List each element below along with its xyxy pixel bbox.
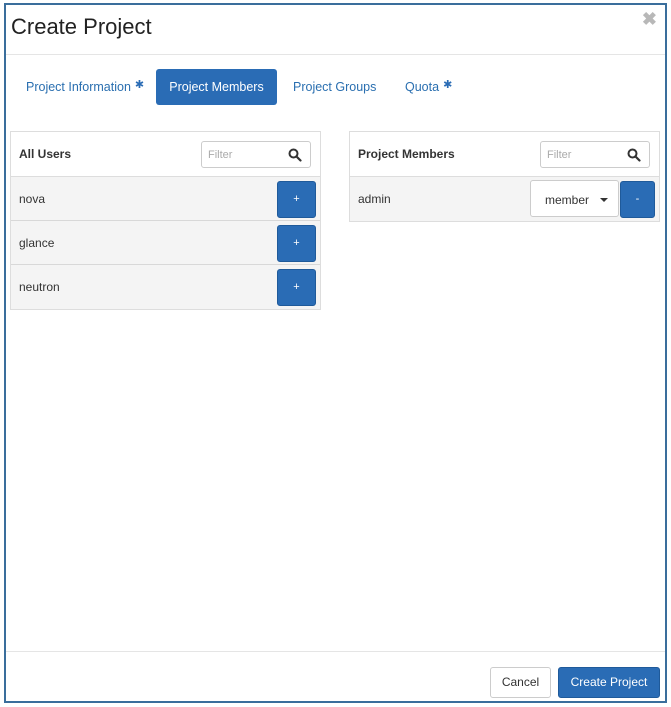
all-users-title: All Users bbox=[19, 147, 72, 161]
tab-label: Quota bbox=[405, 80, 440, 94]
search-icon bbox=[627, 148, 641, 162]
list-item: neutron + bbox=[11, 265, 320, 309]
all-users-header: All Users bbox=[11, 132, 320, 177]
asterisk-icon: ✱ bbox=[443, 79, 453, 91]
tab-project-information[interactable]: Project Information ✱ bbox=[12, 69, 158, 105]
wizard-tabs: Project Information ✱ Project Members Pro… bbox=[6, 69, 665, 107]
close-icon[interactable]: ✖ bbox=[642, 9, 657, 30]
asterisk-icon: ✱ bbox=[134, 79, 145, 91]
create-project-dialog: Create Project ✖ Project Information ✱ Pr… bbox=[4, 3, 667, 703]
tab-label: Project Members bbox=[169, 80, 264, 94]
project-members-panel: Project Members admin member - bbox=[349, 131, 660, 222]
caret-down-icon bbox=[600, 198, 608, 202]
tab-label: Project Groups bbox=[293, 80, 377, 94]
role-value: member bbox=[545, 193, 590, 207]
tab-quota[interactable]: Quota ✱ bbox=[391, 69, 466, 105]
user-name: nova bbox=[19, 192, 46, 206]
cancel-button[interactable]: Cancel bbox=[490, 667, 551, 698]
all-users-filter-input[interactable] bbox=[208, 145, 288, 164]
dialog-title: Create Project bbox=[11, 14, 152, 39]
project-members-title: Project Members bbox=[358, 147, 455, 161]
add-user-button[interactable]: + bbox=[277, 269, 316, 306]
tab-project-members[interactable]: Project Members bbox=[156, 69, 277, 105]
all-users-filter[interactable] bbox=[201, 141, 311, 168]
remove-member-button[interactable]: - bbox=[620, 181, 655, 218]
add-user-button[interactable]: + bbox=[277, 181, 316, 218]
list-item: nova + bbox=[11, 177, 320, 221]
create-project-button[interactable]: Create Project bbox=[558, 667, 660, 698]
project-members-header: Project Members bbox=[350, 132, 659, 177]
search-icon bbox=[288, 148, 302, 162]
role-dropdown[interactable]: member bbox=[530, 180, 619, 217]
dialog-footer: Cancel Create Project bbox=[6, 651, 665, 703]
all-users-panel: All Users nova + glance + neutron + bbox=[10, 131, 321, 310]
project-members-filter-input[interactable] bbox=[547, 145, 627, 164]
user-name: neutron bbox=[19, 280, 60, 294]
dialog-header: Create Project ✖ bbox=[6, 5, 665, 55]
list-item: admin member - bbox=[350, 177, 659, 221]
list-item: glance + bbox=[11, 221, 320, 265]
tab-label: Project Information bbox=[26, 80, 131, 94]
member-name: admin bbox=[358, 192, 391, 206]
tab-project-groups[interactable]: Project Groups bbox=[279, 69, 390, 105]
project-members-filter[interactable] bbox=[540, 141, 650, 168]
user-name: glance bbox=[19, 236, 55, 250]
add-user-button[interactable]: + bbox=[277, 225, 316, 262]
